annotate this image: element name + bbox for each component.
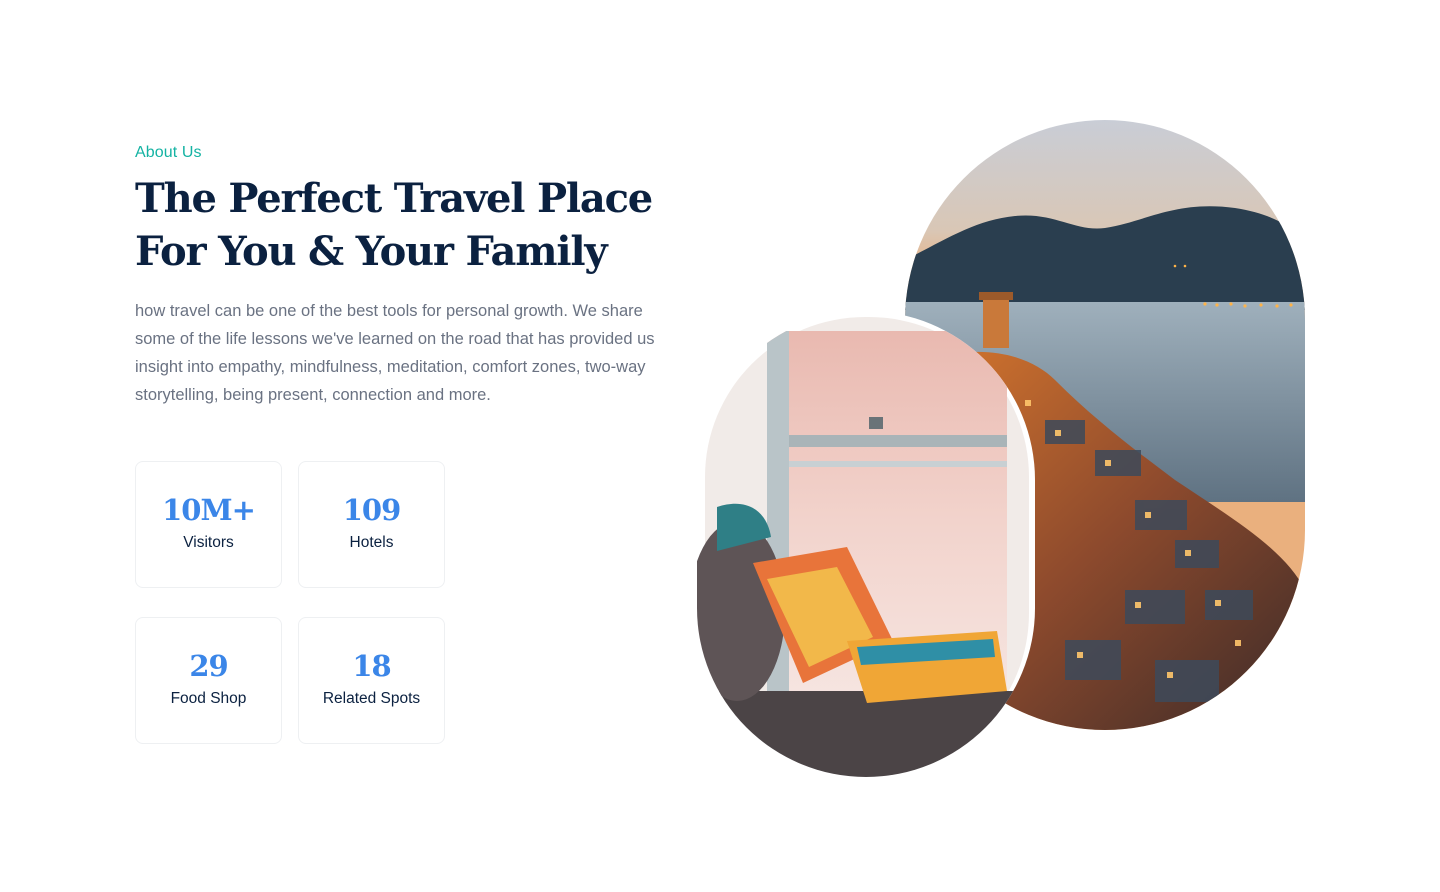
- stat-card-hotels: 109 Hotels: [298, 461, 445, 588]
- about-eyebrow: About Us: [135, 144, 202, 161]
- stat-value: 18: [352, 649, 391, 683]
- stat-card-food-shop: 29 Food Shop: [135, 617, 282, 744]
- stat-card-related-spots: 18 Related Spots: [298, 617, 445, 744]
- stat-label: Related Spots: [322, 690, 421, 707]
- stat-value: 10M+: [162, 493, 256, 527]
- stat-label: Visitors: [183, 534, 234, 551]
- stat-card-visitors: 10M+ Visitors: [135, 461, 282, 588]
- about-description: how travel can be one of the best tools …: [135, 302, 655, 404]
- stat-value: 29: [189, 649, 228, 683]
- window-seat-photo: [697, 311, 1035, 777]
- stat-label: Hotels: [349, 534, 394, 551]
- stat-label: Food Shop: [170, 690, 247, 707]
- about-title: The Perfect Travel Place For You & Your …: [135, 175, 653, 275]
- stat-value: 109: [342, 493, 402, 527]
